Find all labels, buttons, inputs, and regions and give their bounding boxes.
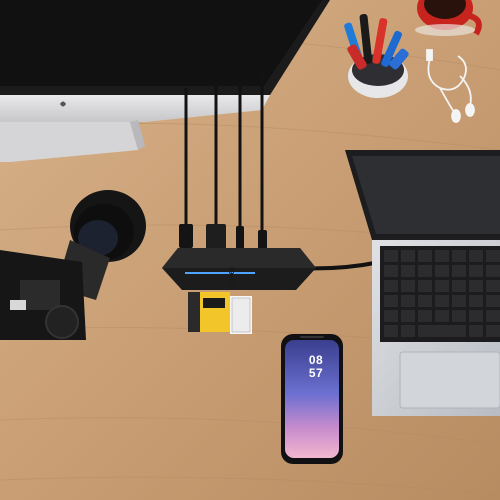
laptop-trackpad <box>399 351 500 409</box>
desk-scene-svg <box>0 0 500 500</box>
dock-led <box>185 272 255 274</box>
coffee-mug-icon <box>415 0 482 36</box>
phone-clock-minute: 57 <box>308 366 324 380</box>
cf-card-icon <box>188 292 230 332</box>
usb-c-docking-station-icon <box>162 248 316 290</box>
sd-card-icon <box>230 296 252 334</box>
desk-photo: 1066x 08 57 <box>0 0 500 500</box>
sd-card-speed-label: 1066x <box>229 266 236 286</box>
phone-lockscreen-clock: 08 57 <box>296 354 336 380</box>
